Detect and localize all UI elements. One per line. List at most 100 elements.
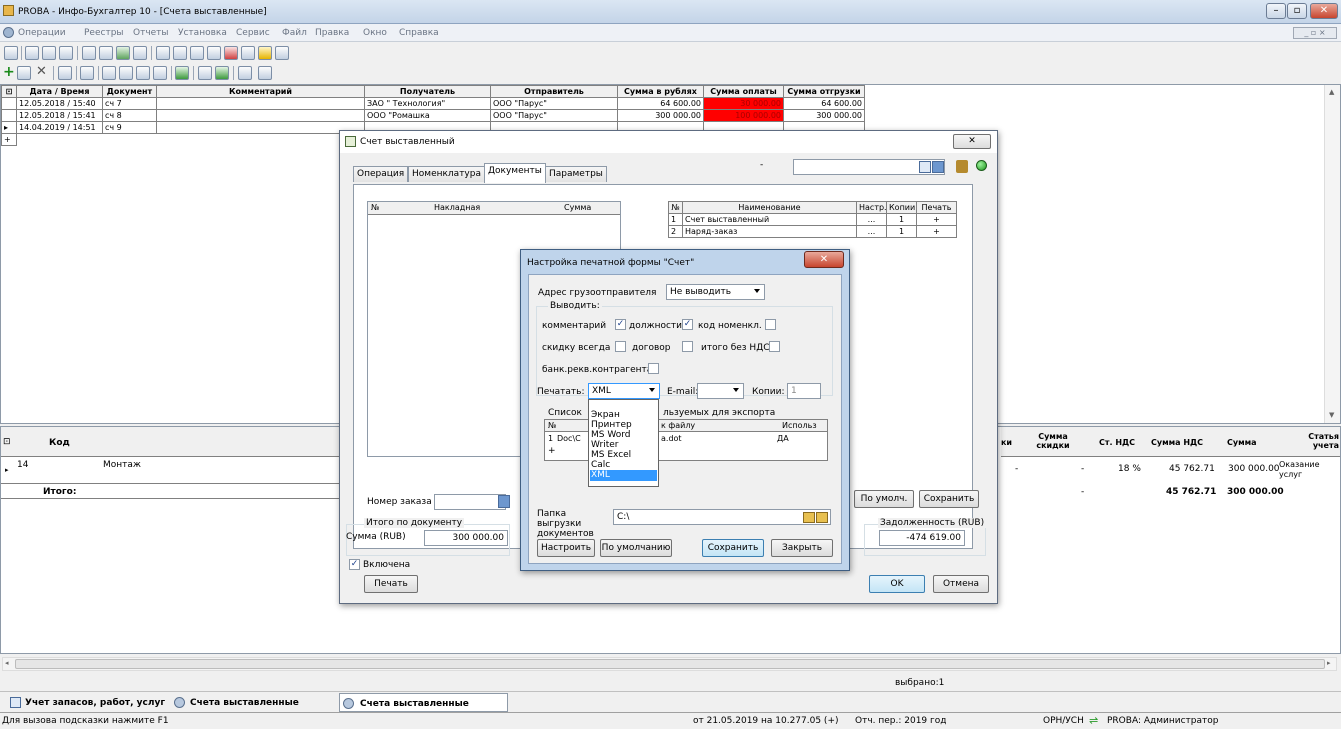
star-icon[interactable] — [258, 46, 272, 60]
acrobat-icon[interactable] — [224, 46, 238, 60]
print-to-dropdown[interactable]: Экран Принтер MS Word Writer MS Excel Ca… — [588, 399, 659, 487]
pointer-icon[interactable] — [258, 66, 272, 80]
vertical-scrollbar[interactable]: ▲ ▼ — [1324, 85, 1340, 423]
menu-window[interactable]: Окно — [363, 28, 387, 38]
col-date[interactable]: Дата / Время — [16, 85, 103, 98]
col-discount[interactable]: Сумма скидки — [1035, 432, 1071, 450]
print-to-select[interactable]: XML — [588, 383, 660, 399]
cell-print[interactable]: + — [916, 225, 957, 238]
cell-document[interactable]: сч 8 — [102, 109, 157, 122]
col-article[interactable]: Статья учета — [1291, 432, 1339, 450]
col-paid[interactable]: Сумма оплаты — [703, 85, 784, 98]
cell-comment[interactable] — [156, 109, 365, 122]
pointer-icon[interactable] — [956, 160, 968, 173]
link-icon[interactable] — [198, 66, 212, 80]
paste-icon[interactable] — [42, 46, 56, 60]
minimize-icon[interactable]: – — [1266, 3, 1286, 19]
settings-icon[interactable] — [190, 46, 204, 60]
cell-code[interactable]: 14 — [17, 460, 28, 470]
refresh-icon[interactable] — [207, 46, 221, 60]
cell-shipped[interactable]: 300 000.00 — [783, 109, 865, 122]
calendar-icon[interactable] — [173, 46, 187, 60]
folder-open-icon[interactable] — [816, 512, 828, 523]
col-code[interactable]: Код — [49, 438, 70, 448]
tab-nomenclature[interactable]: Номенклатура — [408, 166, 485, 182]
cell-document[interactable]: сч 7 — [102, 97, 157, 110]
filter-clear-icon[interactable] — [153, 66, 167, 80]
print-button[interactable]: Печать — [364, 575, 418, 593]
filter-icon[interactable] — [102, 66, 116, 80]
detail-config-icon[interactable]: ⊡ — [3, 437, 11, 447]
scroll-up-icon[interactable]: ▲ — [1329, 88, 1334, 96]
copy-icon[interactable] — [25, 46, 39, 60]
close-icon[interactable]: ✕ — [1310, 3, 1338, 19]
menu-operations[interactable]: Операции — [18, 28, 66, 38]
window-tab[interactable]: Учет запасов, работ, услуг — [8, 694, 168, 711]
comment-checkbox[interactable]: ✓ — [615, 319, 626, 330]
menu-settings[interactable]: Установка — [178, 28, 227, 38]
col-vat-sum[interactable]: Сумма НДС — [1151, 438, 1203, 447]
save-button[interactable]: Сохранить — [702, 539, 764, 557]
option-calc[interactable]: Calc — [591, 460, 610, 470]
cell-sum[interactable]: 300 000.00 — [617, 109, 704, 122]
export-row-path-end[interactable]: a.dot — [661, 434, 682, 443]
option-printer[interactable]: Принтер — [591, 420, 632, 430]
copies-stepper[interactable]: 1 — [787, 383, 821, 399]
option-screen[interactable]: Экран — [591, 410, 620, 420]
cell-paid[interactable]: 100 000.00 — [703, 109, 784, 122]
preview-icon[interactable] — [99, 46, 113, 60]
contract-checkbox[interactable] — [682, 341, 693, 352]
option-ms-word[interactable]: MS Word — [591, 430, 630, 440]
export-row-path[interactable]: Doc\C — [557, 434, 581, 443]
cell-shipped[interactable]: 64 600.00 — [783, 97, 865, 110]
search-next-icon[interactable] — [932, 161, 944, 173]
close-icon[interactable]: ✕ — [953, 134, 991, 149]
cell-print[interactable]: + — [916, 213, 957, 226]
search-icon[interactable] — [919, 161, 931, 173]
cell-sender[interactable]: ООО "Парус" — [490, 97, 618, 110]
tool-icon[interactable] — [17, 66, 31, 80]
column-config-icon[interactable]: ⊡ — [1, 85, 17, 98]
cell-name[interactable]: Счет выставленный — [682, 213, 857, 226]
play-icon[interactable] — [215, 66, 229, 80]
maximize-icon[interactable]: ▫ — [1287, 3, 1307, 19]
cell-date[interactable]: 14.04.2019 / 14:51 — [16, 121, 103, 134]
col-recipient[interactable]: Получатель — [364, 85, 491, 98]
cell-copies[interactable]: 1 — [886, 213, 917, 226]
order-lookup-icon[interactable] — [498, 495, 510, 508]
filter-group-icon[interactable] — [136, 66, 150, 80]
binoculars-icon[interactable] — [58, 66, 72, 80]
cell-name[interactable]: Монтаж — [103, 460, 141, 470]
delete-icon[interactable]: ✕ — [36, 64, 47, 79]
cell-comment[interactable] — [156, 121, 365, 134]
enabled-checkbox[interactable]: ✓ — [349, 559, 360, 570]
defaults-button[interactable]: По умолчанию — [600, 539, 672, 557]
setup-button[interactable]: ... — [856, 225, 887, 238]
consignor-select[interactable]: Не выводить — [666, 284, 765, 300]
menu-reports[interactable]: Отчеты — [133, 28, 169, 38]
cell-date[interactable]: 12.05.2018 / 15:41 — [16, 109, 103, 122]
col-sum[interactable]: Сумма в рублях — [617, 85, 704, 98]
tab-parameters[interactable]: Параметры — [545, 166, 607, 182]
cut-icon[interactable] — [59, 46, 73, 60]
positions-checkbox[interactable]: ✓ — [682, 319, 693, 330]
window-tab[interactable]: Счета выставленные — [172, 694, 332, 711]
table-row[interactable]: 12.05.2018 / 15:40 сч 7 ЗАО " Технология… — [1, 97, 865, 110]
option-xml[interactable]: XML — [590, 470, 657, 481]
table-row[interactable]: 12.05.2018 / 15:41 сч 8 ООО "Ромашка ООО… — [1, 109, 865, 122]
option-ms-excel[interactable]: MS Excel — [591, 450, 631, 460]
table-row[interactable]: 1 Счет выставленный ... 1 + — [668, 213, 957, 226]
cell-date[interactable]: 12.05.2018 / 15:40 — [16, 97, 103, 110]
search-icon[interactable] — [80, 66, 94, 80]
excel-icon[interactable] — [116, 46, 130, 60]
menu-service[interactable]: Сервис — [236, 28, 270, 38]
ok-button[interactable]: OK — [869, 575, 925, 593]
menu-registers[interactable]: Реестры — [84, 28, 124, 38]
columns-icon[interactable] — [238, 66, 252, 80]
calc-icon[interactable] — [156, 46, 170, 60]
scroll-down-icon[interactable]: ▼ — [1329, 411, 1334, 419]
menu-edit[interactable]: Правка — [315, 28, 349, 38]
add-row-icon[interactable]: + — [1, 133, 17, 146]
setup-button[interactable]: Настроить — [537, 539, 595, 557]
col-sender[interactable]: Отправитель — [490, 85, 618, 98]
